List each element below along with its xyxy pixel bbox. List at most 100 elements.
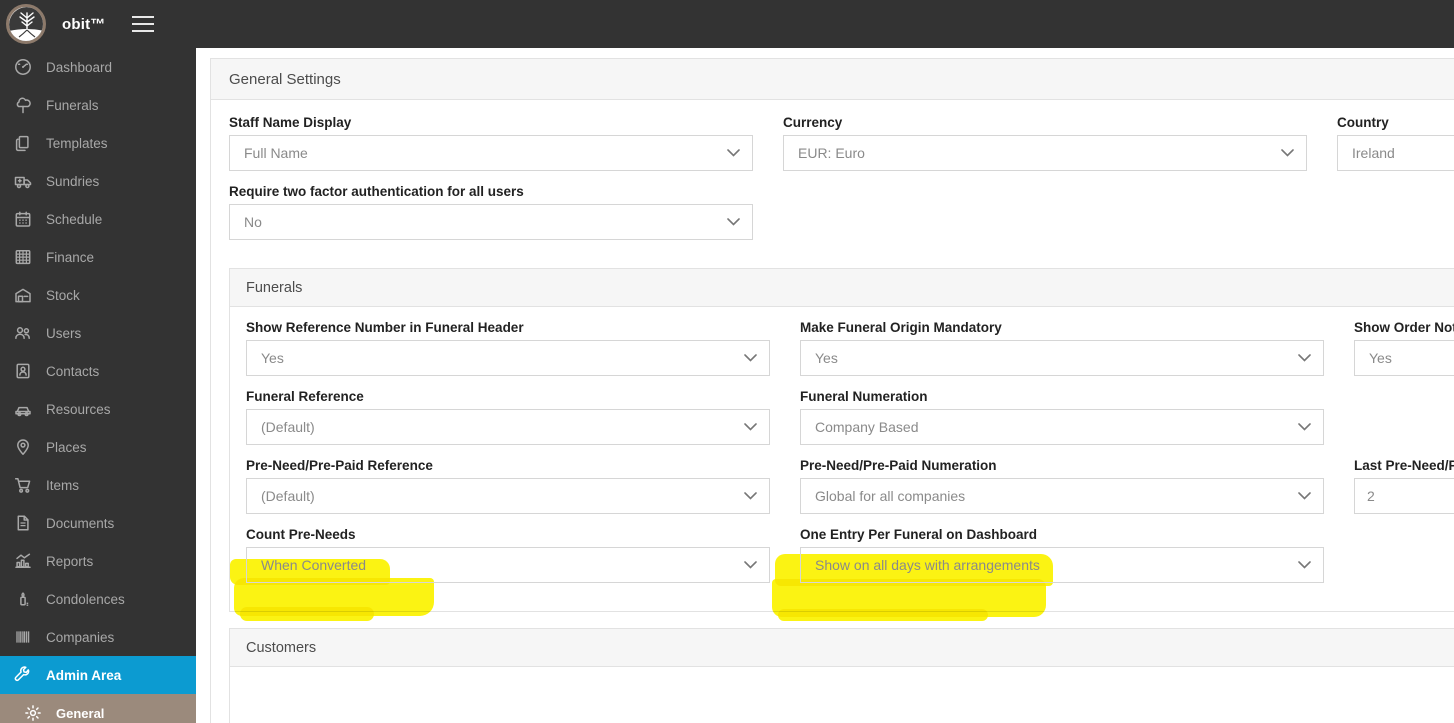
sidebar-item-funerals[interactable]: Funerals <box>0 86 196 124</box>
wrench-icon <box>14 666 36 684</box>
contact-card-icon <box>14 362 36 380</box>
funeral-reference-select[interactable]: (Default) <box>246 409 770 445</box>
staff-name-display-select[interactable]: Full Name <box>229 135 753 171</box>
document-icon <box>14 514 36 532</box>
calendar-icon <box>14 210 36 228</box>
page-title: General Settings <box>229 70 341 88</box>
two-factor-auth-select[interactable]: No <box>229 204 753 240</box>
tree-logo-icon <box>6 4 46 44</box>
barcode-icon <box>14 628 36 646</box>
select-value: Show on all days with arrangements <box>815 557 1040 573</box>
sidebar-item-places[interactable]: Places <box>0 428 196 466</box>
show-order-notes-select[interactable]: Yes <box>1354 340 1454 376</box>
sidebar-item-contacts[interactable]: Contacts <box>0 352 196 390</box>
hamburger-icon[interactable] <box>131 16 154 32</box>
main-content: General Settings Staff Name Display Full… <box>196 48 1454 723</box>
chevron-down-icon <box>744 492 757 500</box>
sidebar-item-label: Companies <box>46 629 115 645</box>
field-currency: Currency EUR: Euro <box>783 114 1307 171</box>
field-label: Make Funeral Origin Mandatory <box>800 320 1002 335</box>
funeral-numeration-select[interactable]: Company Based <box>800 409 1324 445</box>
sidebar-item-documents[interactable]: Documents <box>0 504 196 542</box>
show-reference-number-select[interactable]: Yes <box>246 340 770 376</box>
sidebar-item-schedule[interactable]: Schedule <box>0 200 196 238</box>
sidebar-item-stock[interactable]: Stock <box>0 276 196 314</box>
currency-select[interactable]: EUR: Euro <box>783 135 1307 171</box>
field-funeral-numeration: Funeral Numeration Company Based <box>800 388 1324 445</box>
field-staff-name-display: Staff Name Display Full Name <box>229 114 753 171</box>
select-value: Global for all companies <box>815 488 966 504</box>
select-value: No <box>244 214 262 230</box>
settings-col-3b <box>1337 183 1454 252</box>
pre-need-reference-select[interactable]: (Default) <box>246 478 770 514</box>
field-funeral-origin-mandatory: Make Funeral Origin Mandatory Yes <box>800 319 1324 376</box>
gauge-icon <box>14 58 36 76</box>
sidebar-item-label: Dashboard <box>46 59 113 75</box>
sidebar-item-label: Contacts <box>46 363 100 379</box>
sidebar-item-templates[interactable]: Templates <box>0 124 196 162</box>
settings-col-2b <box>783 183 1307 252</box>
field-one-entry-per-funeral: One Entry Per Funeral on Dashboard Show … <box>800 526 1324 583</box>
settings-col-2: Currency EUR: Euro <box>783 114 1307 183</box>
select-value: When Converted <box>261 557 367 573</box>
sidebar-item-condolences[interactable]: Condolences <box>0 580 196 618</box>
chevron-down-icon <box>1298 492 1311 500</box>
general-settings-panel: General Settings Staff Name Display Full… <box>210 58 1454 723</box>
sidebar-item-sundries[interactable]: Sundries <box>0 162 196 200</box>
field-show-reference-number: Show Reference Number in Funeral Header … <box>246 319 770 376</box>
cart-icon <box>14 476 36 494</box>
field-label: Count Pre-Needs <box>246 527 356 542</box>
chevron-down-icon <box>1298 423 1311 431</box>
sidebar-item-label: Reports <box>46 553 94 569</box>
field-label: Show Reference Number in Funeral Header <box>246 320 524 335</box>
select-value: (Default) <box>261 419 315 435</box>
count-pre-needs-select[interactable]: When Converted <box>246 547 770 583</box>
bar-chart-icon <box>14 552 36 570</box>
pre-need-numeration-select[interactable]: Global for all companies <box>800 478 1324 514</box>
funeral-origin-mandatory-select[interactable]: Yes <box>800 340 1324 376</box>
settings-col-1b: Require two factor authentication for al… <box>229 183 753 252</box>
one-entry-per-funeral-select[interactable]: Show on all days with arrangements <box>800 547 1324 583</box>
funerals-col-2: Make Funeral Origin Mandatory Yes Funera… <box>800 319 1324 595</box>
select-value: Yes <box>261 350 284 366</box>
sidebar-item-admin-area[interactable]: Admin Area <box>0 656 196 694</box>
field-label: Currency <box>783 115 843 130</box>
van-icon <box>14 172 36 190</box>
funerals-subpanel: Funerals Show Reference Number in Funera… <box>229 268 1454 621</box>
field-count-pre-needs: Count Pre-Needs When Converted <box>246 526 770 583</box>
select-value: Yes <box>815 350 838 366</box>
sidebar-item-label: Admin Area <box>46 667 122 683</box>
sidebar-item-label: Sundries <box>46 173 100 189</box>
funerals-subpanel-body: Show Reference Number in Funeral Header … <box>230 307 1454 621</box>
logo[interactable] <box>2 0 50 48</box>
select-value: Ireland <box>1352 145 1395 161</box>
highlighter-mark-one-entry-3 <box>778 609 988 621</box>
field-label: Staff Name Display <box>229 115 352 130</box>
hearse-car-icon <box>14 400 36 418</box>
sidebar-item-general[interactable]: General <box>0 694 196 723</box>
users-icon <box>14 324 36 342</box>
sidebar-item-label: Documents <box>46 515 115 531</box>
settings-col-1: Staff Name Display Full Name <box>229 114 753 183</box>
sidebar-item-items[interactable]: Items <box>0 466 196 504</box>
sidebar-item-resources[interactable]: Resources <box>0 390 196 428</box>
top-bar: obit™ <box>0 0 1454 48</box>
highlighter-mark-count-pre-needs-3 <box>240 607 374 621</box>
gear-icon <box>24 704 46 722</box>
sidebar-item-users[interactable]: Users <box>0 314 196 352</box>
sidebar-item-companies[interactable]: Companies <box>0 618 196 656</box>
sidebar-item-finance[interactable]: Finance <box>0 238 196 276</box>
funerals-section-title: Funerals <box>246 279 303 296</box>
sidebar: Dashboard Funerals Templates Sundries Schedu… <box>0 48 196 723</box>
field-label: Require two factor authentication for al… <box>229 184 524 199</box>
sidebar-item-dashboard[interactable]: Dashboard <box>0 48 196 86</box>
abacus-icon <box>14 248 36 266</box>
sidebar-item-reports[interactable]: Reports <box>0 542 196 580</box>
last-pre-need-input[interactable]: 2 <box>1354 478 1454 514</box>
country-select[interactable]: Ireland <box>1337 135 1454 171</box>
field-label: Pre-Need/Pre-Paid Reference <box>246 458 433 473</box>
field-show-order-notes: Show Order Notes Yes <box>1354 319 1454 376</box>
input-value: 2 <box>1367 488 1375 504</box>
map-pin-icon <box>14 438 36 456</box>
sidebar-item-label: Stock <box>46 287 80 303</box>
